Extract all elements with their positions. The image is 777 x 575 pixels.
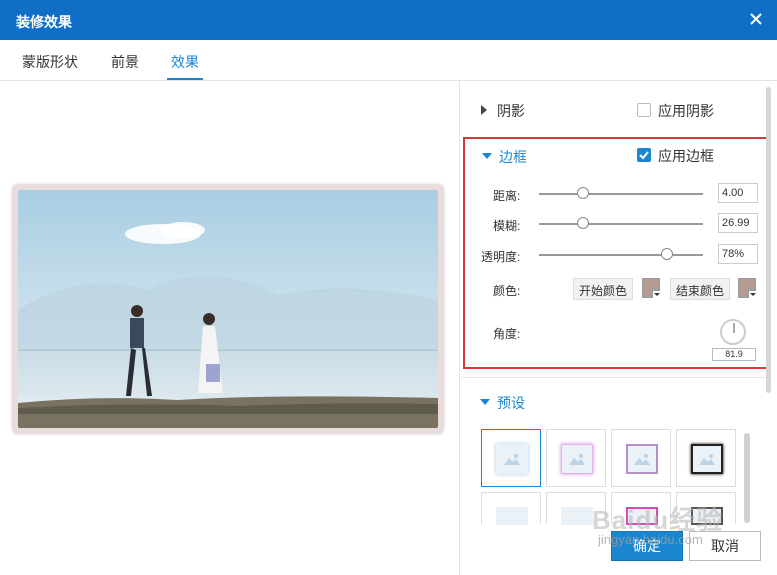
- opacity-input[interactable]: [718, 244, 758, 264]
- tab-mask-shape[interactable]: 蒙版形状: [22, 52, 78, 72]
- image-placeholder-icon: [496, 444, 528, 474]
- blur-label: 模糊:: [493, 219, 521, 233]
- apply-shadow-label: 应用阴影: [658, 103, 714, 119]
- preset-thumbnail[interactable]: [546, 429, 606, 487]
- image-placeholder-icon: [691, 444, 723, 474]
- panel-scrollbar[interactable]: [766, 87, 771, 393]
- angle-value[interactable]: 81.9: [712, 348, 756, 361]
- shadow-section-header[interactable]: 阴影 应用阴影: [461, 97, 766, 123]
- blur-input[interactable]: [718, 213, 758, 233]
- dropdown-icon: [652, 290, 660, 298]
- angle-dial[interactable]: [720, 319, 746, 345]
- shadow-title: 阴影: [497, 103, 525, 119]
- distance-slider[interactable]: [539, 193, 703, 195]
- presets-title: 预设: [497, 395, 525, 411]
- apply-border-label: 应用边框: [658, 148, 714, 164]
- tab-foreground[interactable]: 前景: [111, 52, 139, 72]
- image-placeholder-icon: [626, 507, 658, 525]
- collapse-arrow-icon: [482, 153, 492, 159]
- image-placeholder-icon: [561, 444, 593, 474]
- check-icon: [639, 151, 649, 160]
- tab-bar: 蒙版形状 前景 效果: [0, 40, 777, 81]
- preset-thumbnail[interactable]: [611, 429, 671, 487]
- distance-input[interactable]: [718, 183, 758, 203]
- dropdown-icon: [748, 290, 756, 298]
- distance-label: 距离:: [493, 189, 521, 203]
- preset-thumbnail[interactable]: [481, 429, 541, 487]
- end-color-button[interactable]: 结束颜色: [670, 278, 731, 300]
- photo-border-frame: [12, 184, 444, 434]
- opacity-label: 透明度:: [481, 250, 521, 264]
- preview-area: [0, 81, 460, 575]
- preset-thumbnail[interactable]: [676, 429, 736, 487]
- presets-scrollbar[interactable]: [744, 433, 750, 523]
- image-placeholder-icon: [691, 507, 723, 525]
- angle-label: 角度:: [493, 327, 521, 341]
- blur-slider-handle[interactable]: [577, 217, 590, 229]
- image-placeholder-icon: [561, 507, 593, 525]
- title-bar: 装修效果: [0, 0, 777, 40]
- border-title: 边框: [499, 149, 527, 165]
- cancel-button[interactable]: 取消: [689, 531, 761, 561]
- dialog-window: 装修效果 蒙版形状 前景 效果 阴影 应用阴影 边框 应用边框 距离: 4.00…: [0, 0, 777, 575]
- image-placeholder-icon: [626, 444, 658, 474]
- tab-effect[interactable]: 效果: [171, 52, 199, 72]
- effect-settings-panel: 阴影 应用阴影 边框 应用边框 距离: 模糊:: [461, 81, 777, 575]
- section-divider: [461, 377, 766, 378]
- preview-photo: [18, 190, 438, 428]
- confirm-button[interactable]: 确定: [611, 531, 683, 561]
- preset-thumbnail[interactable]: [481, 492, 541, 525]
- border-section-header[interactable]: 边框 应用边框: [463, 143, 768, 169]
- expand-arrow-icon: [481, 105, 487, 115]
- start-color-swatch[interactable]: [642, 278, 660, 298]
- angle-needle-icon: [733, 323, 735, 333]
- border-section: 边框 应用边框 距离: 模糊: 透明度: 颜色: 开始颜色: [463, 137, 769, 369]
- start-color-button[interactable]: 开始颜色: [573, 278, 634, 300]
- preset-thumbnail[interactable]: [676, 492, 736, 525]
- end-color-swatch[interactable]: [738, 278, 756, 298]
- presets-section-header[interactable]: 预设: [461, 389, 766, 415]
- distance-slider-handle[interactable]: [577, 187, 590, 199]
- apply-border-checkbox[interactable]: [637, 148, 651, 162]
- close-icon[interactable]: [745, 8, 767, 30]
- collapse-arrow-icon: [480, 399, 490, 405]
- opacity-slider[interactable]: [539, 254, 703, 256]
- blur-slider[interactable]: [539, 223, 703, 225]
- window-title: 装修效果: [16, 14, 72, 30]
- active-tab-indicator: [167, 78, 203, 80]
- color-label: 颜色:: [493, 284, 521, 298]
- preset-thumbnail[interactable]: [546, 492, 606, 525]
- opacity-slider-handle[interactable]: [660, 248, 673, 260]
- apply-shadow-checkbox[interactable]: [637, 103, 651, 117]
- preset-thumbnail[interactable]: [611, 492, 671, 525]
- image-placeholder-icon: [496, 507, 528, 525]
